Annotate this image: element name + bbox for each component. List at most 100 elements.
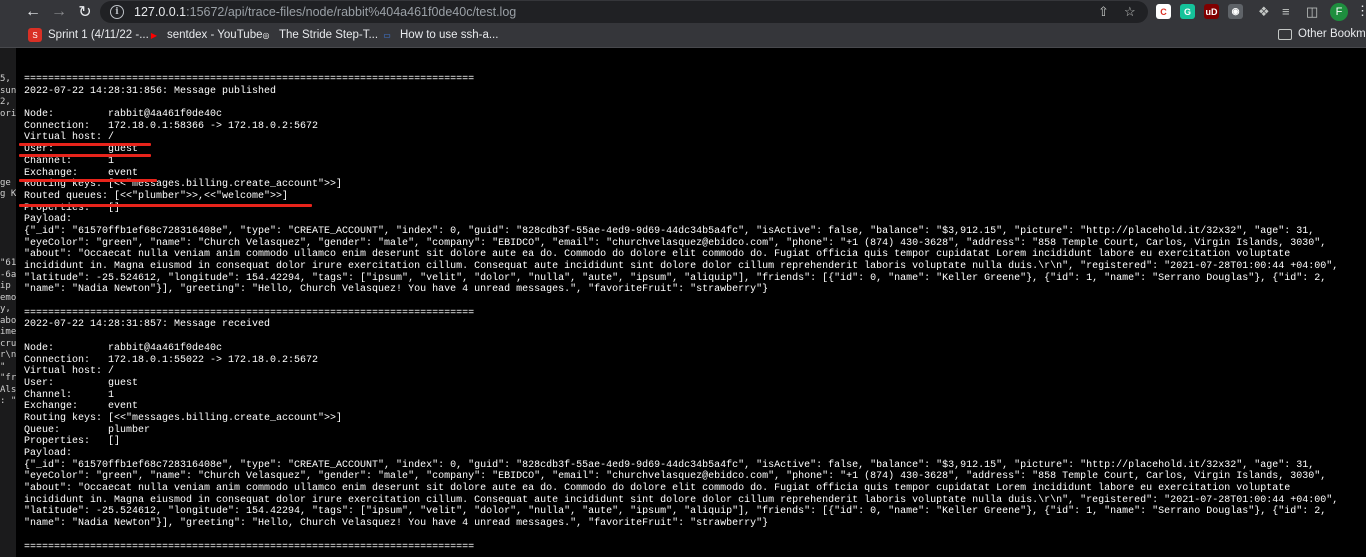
sliver-line: r\n xyxy=(0,350,16,360)
log-line: Routing keys: [<<"messages.billing.creat… xyxy=(24,179,343,191)
back-arrow-icon[interactable]: ← xyxy=(20,0,46,24)
sliver-line: y, xyxy=(0,304,11,314)
sliver-line xyxy=(0,132,16,144)
sliver-line xyxy=(0,224,16,236)
log-line: ========================================… xyxy=(24,541,475,553)
profile-avatar[interactable]: F xyxy=(1330,3,1348,21)
background-window-sliver: 5, sun 2, ori ge g K "61 -6a ip emo y, abo ime cru r\n… xyxy=(0,48,16,557)
bookmark-item[interactable]: ◎ The Stride Step-T... xyxy=(259,28,379,42)
highlight-mark-user xyxy=(19,154,151,157)
sliver-line: g K xyxy=(0,189,16,199)
log-line: {"_id": "61570ffb1ef68c728316408e", "typ… xyxy=(24,225,1315,237)
sliver-line: ge xyxy=(0,177,11,188)
bookmark-item[interactable]: ▭ How to use ssh-a... xyxy=(380,28,498,42)
bookmarks-bar: S Sprint 1 (4/11/22 -... ▶ sentdex - YouTub… xyxy=(0,24,1366,48)
log-line: Node: rabbit@4a461f0de40c xyxy=(24,109,223,121)
log-line: {"_id": "61570ffb1ef68c728316408e", "typ… xyxy=(24,459,1315,471)
log-line: "latitude": -25.524612, "longitude": 154… xyxy=(24,272,1327,284)
log-line: "about": "Occaecat nulla veniam anim com… xyxy=(24,483,1291,495)
sliver-line: Als xyxy=(0,384,16,395)
sliver-line: sun xyxy=(0,85,16,96)
log-line: "about": "Occaecat nulla veniam anim com… xyxy=(24,249,1291,261)
other-bookmarks-folder[interactable]: Other Bookmarks xyxy=(1278,28,1366,40)
bookmark-label: The Stride Step-T... xyxy=(279,29,379,41)
more-menu-icon[interactable]: ⋮ xyxy=(1356,3,1366,19)
url-host: 127.0.0.1 xyxy=(134,5,187,19)
log-line: Node: rabbit@4a461f0de40c xyxy=(24,342,223,354)
log-line: incididunt in. Magna eiusmod in consequa… xyxy=(24,261,1339,272)
log-line: Queue: plumber xyxy=(24,424,151,436)
ext-grammarly-icon[interactable]: G xyxy=(1180,4,1195,19)
log-line: ========================================… xyxy=(24,307,475,319)
log-line: Virtual host: / xyxy=(24,366,115,378)
log-line: "eyeColor": "green", "name": "Church Vel… xyxy=(24,237,1327,249)
log-line: Connection: 172.18.0.1:55022 -> 172.18.0… xyxy=(24,354,319,366)
log-line: Exchange: event xyxy=(24,167,139,179)
trace-log: ========================================… xyxy=(24,74,1338,553)
sliver-line xyxy=(0,143,16,155)
sliver-line xyxy=(0,155,16,167)
sliver-line xyxy=(0,120,16,132)
sliver-line: 2, xyxy=(0,97,11,107)
bookmark-item[interactable]: ▶ sentdex - YouTube xyxy=(147,28,263,42)
sliver-line: "61 xyxy=(0,258,16,268)
sliver-line xyxy=(0,201,16,213)
log-line: "name": "Nadia Newton"}], "greeting": "H… xyxy=(24,284,769,296)
sliver-line xyxy=(0,212,16,224)
sliver-line: "fr xyxy=(0,373,16,383)
log-line: User: guest xyxy=(24,377,139,389)
forward-arrow-icon[interactable]: → xyxy=(46,0,72,24)
bookmark-label: Sprint 1 (4/11/22 -... xyxy=(48,29,149,41)
log-line: "eyeColor": "green", "name": "Church Vel… xyxy=(24,471,1327,483)
log-line: Exchange: event xyxy=(24,401,139,413)
log-line: 2022-07-22 14:28:31:856: Message publish… xyxy=(24,85,277,97)
reading-list-icon[interactable]: ≡ xyxy=(1282,4,1290,19)
log-line: User: guest xyxy=(24,144,139,156)
reload-icon[interactable]: ↻ xyxy=(72,0,98,24)
bookmark-label: How to use ssh-a... xyxy=(400,29,499,41)
log-line: Routed queues: [<<"plumber">>,<<"welcome… xyxy=(24,190,289,202)
sliver-line: " xyxy=(0,361,6,372)
log-line: 2022-07-22 14:28:31:857: Message receive… xyxy=(24,319,271,331)
highlight-mark-virtual-host xyxy=(19,143,151,146)
highlight-mark-exchange xyxy=(19,179,157,182)
browser-toolbar: ← → ↻ i 127.0.0.1:15672/api/trace-files/… xyxy=(0,0,1366,24)
address-bar[interactable]: i 127.0.0.1:15672/api/trace-files/node/r… xyxy=(100,1,1148,23)
youtube-icon: ▶ xyxy=(150,30,158,40)
log-line: Virtual host: / xyxy=(24,132,115,144)
log-line: "name": "Nadia Newton"}], "greeting": "H… xyxy=(24,518,769,530)
jira-icon: S xyxy=(28,28,42,42)
other-bookmarks-label: Other Bookmarks xyxy=(1298,28,1366,40)
log-line: Payload: xyxy=(24,214,73,226)
log-line: "latitude": -25.524612, "longitude": 154… xyxy=(24,506,1327,518)
bookmark-star-icon[interactable]: ☆ xyxy=(1124,4,1136,20)
sliver-line xyxy=(0,235,16,247)
url-text[interactable]: 127.0.0.1:15672/api/trace-files/node/rab… xyxy=(134,5,516,19)
sliver-line: ori xyxy=(0,108,16,119)
bookmark-item[interactable]: S Sprint 1 (4/11/22 -... xyxy=(28,28,149,42)
page-content: ========================================… xyxy=(16,48,1366,557)
sliver-line xyxy=(0,247,16,259)
ext-c-icon[interactable]: C xyxy=(1156,4,1171,19)
ext-target-icon[interactable]: ◉ xyxy=(1228,4,1243,19)
sliver-line xyxy=(0,166,16,178)
log-line: Routing keys: [<<"messages.billing.creat… xyxy=(24,412,343,424)
site-info-icon[interactable]: i xyxy=(110,5,124,19)
side-panel-icon[interactable]: ◫ xyxy=(1306,4,1318,20)
log-line: Properties: [] xyxy=(24,436,121,448)
folder-icon xyxy=(1278,28,1292,40)
log-line: Channel: 1 xyxy=(24,155,115,167)
url-path: :15672/api/trace-files/node/rabbit%404a4… xyxy=(186,5,517,19)
sliver-line: : " xyxy=(0,396,16,406)
ext-ublock-icon[interactable]: uD xyxy=(1204,4,1219,19)
puzzle-extensions-icon[interactable]: ❖ xyxy=(1258,4,1270,20)
sliver-line: abo xyxy=(0,315,16,326)
highlight-mark-routed-queues xyxy=(19,204,312,207)
sliver-line: ime xyxy=(0,327,16,337)
stride-icon: ◎ xyxy=(262,30,270,40)
log-line: Payload: xyxy=(24,448,73,459)
share-icon[interactable]: ⇧ xyxy=(1098,4,1109,20)
